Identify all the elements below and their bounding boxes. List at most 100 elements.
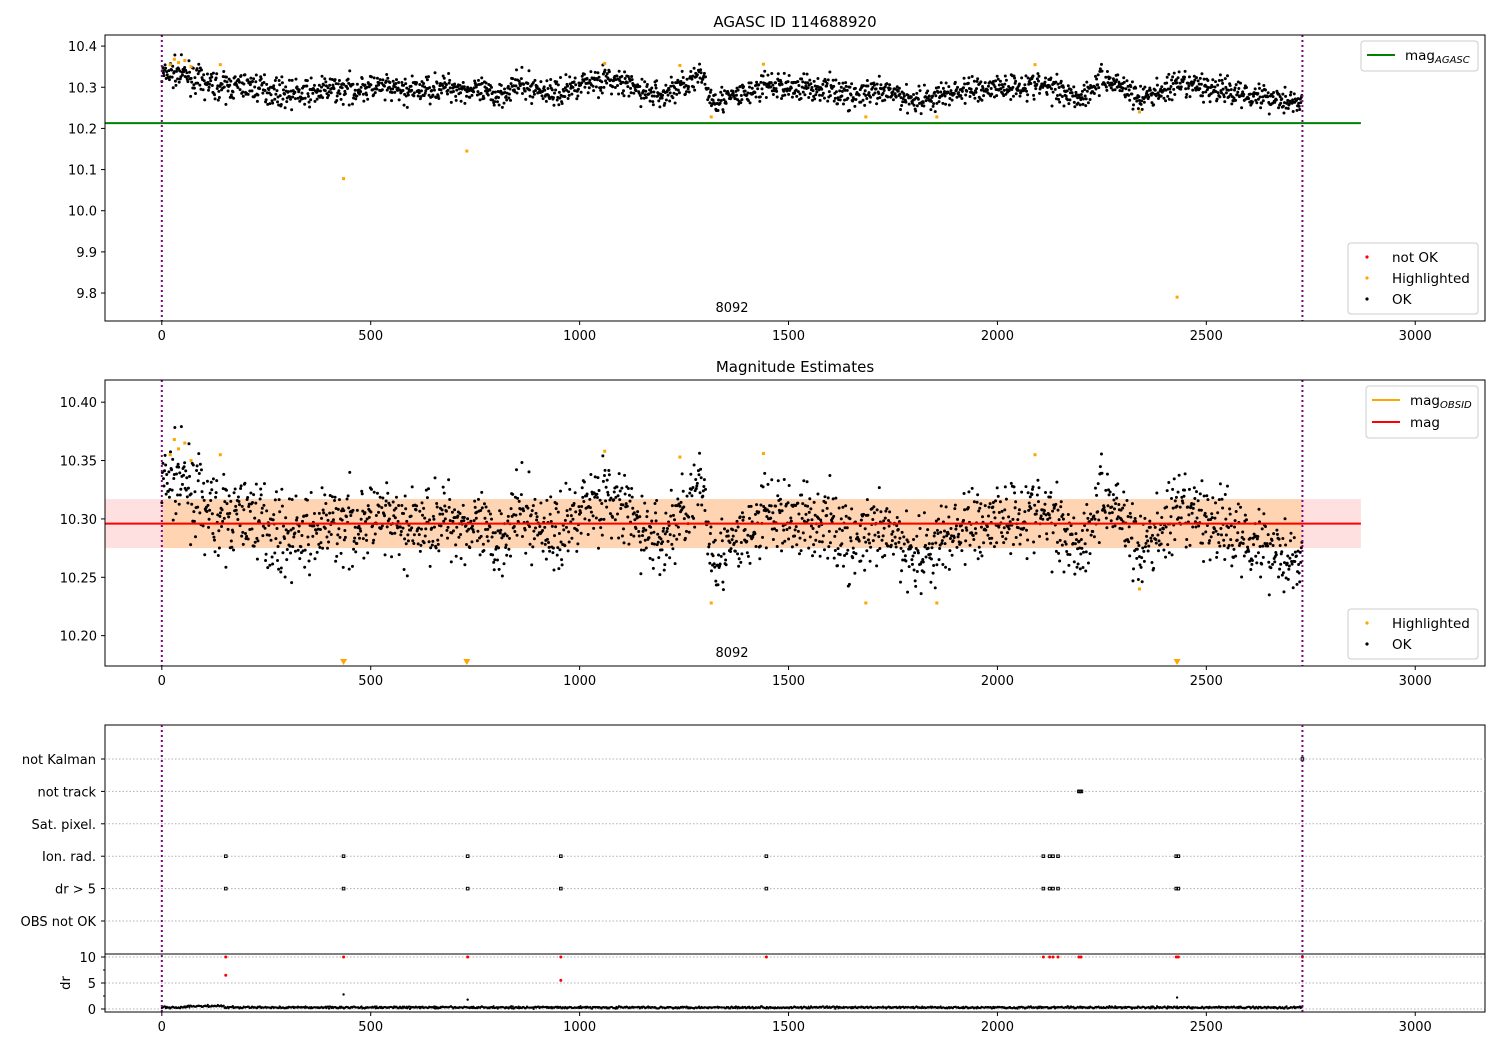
ok-point [558,489,562,493]
ok-point [222,70,226,74]
ok-point [437,549,441,553]
ok-point [342,509,346,513]
ok-point [369,487,373,491]
ok-point [514,513,518,517]
ok-point [652,94,656,98]
ok-point [720,93,724,97]
ok-point [617,69,621,73]
ok-point [655,79,659,83]
ok-point [1029,82,1033,86]
ok-point [992,545,996,549]
ok-point [795,94,799,98]
ok-point [893,535,897,539]
ok-point [198,462,202,466]
ok-point [939,81,943,85]
ok-point [995,74,999,78]
y-tick-label: 10.1 [68,164,97,179]
ok-point [587,518,591,522]
ok-point [734,93,738,97]
ok-point [1094,87,1098,91]
ok-point [359,85,363,89]
ok-point [1295,108,1299,112]
ok-point [1187,75,1191,79]
ok-point [833,96,837,100]
ok-point [1098,465,1102,469]
ok-point [1097,86,1101,90]
ok-point [1066,513,1070,517]
ok-point [1160,516,1164,520]
ok-point [333,78,337,82]
ok-point [527,69,531,73]
ok-point [854,98,858,102]
highlighted-point [1033,63,1037,67]
ok-point [968,543,972,547]
ok-point [840,542,844,546]
ok-point [868,541,872,545]
ok-point [749,504,753,508]
ok-point [1228,84,1232,88]
ok-point [841,102,845,106]
ok-point [234,504,238,508]
ok-point [276,558,280,562]
ok-point [827,545,831,549]
ok-point [424,527,428,531]
ok-point [343,535,347,539]
ok-point [363,511,367,515]
ok-point [753,512,757,516]
ok-point [1164,555,1168,559]
ok-point [394,78,398,82]
ok-point [174,83,178,87]
ok-point [272,87,276,91]
ok-point [274,490,278,494]
ok-point [902,92,906,96]
ok-point [381,496,385,500]
ok-point [1227,526,1231,530]
ok-point [404,82,408,86]
ok-point [1198,76,1202,80]
ok-point [1066,84,1070,88]
ok-point [217,529,221,533]
ok-point [848,85,852,89]
ok-point [558,75,562,79]
ok-point [511,492,515,496]
ok-point [478,553,482,557]
ok-point [174,472,178,476]
ok-point [1277,575,1281,579]
ok-point [323,526,327,530]
ok-point [761,92,765,96]
ok-point [599,526,603,530]
ok-point [623,492,627,496]
ok-point [593,475,597,479]
ok-point [554,525,558,529]
ok-point [755,503,759,507]
ok-point [909,545,913,549]
ok-point [323,77,327,81]
ok-point [1241,530,1245,534]
ok-point [540,94,544,98]
ok-point [541,97,545,101]
ok-point [1274,553,1278,557]
ok-point [503,87,507,91]
legend-label: not OK [1392,250,1439,266]
x-tick-label: 2500 [1190,674,1223,689]
ok-point [709,569,713,573]
ok-point [231,90,235,94]
ok-point [811,89,815,93]
ok-point [1045,532,1049,536]
ok-point [1183,75,1187,79]
ok-point [443,517,447,521]
highlighted-point [935,601,939,605]
ok-point [1211,78,1215,82]
ok-point [326,518,330,522]
highlighted-point [603,61,607,65]
ok-point [576,94,580,98]
ok-point [753,90,757,94]
ok-point [1016,518,1020,522]
ok-point [277,567,281,571]
ok-point [179,53,183,57]
ok-point [492,560,496,564]
ok-point [566,549,570,553]
ok-point [486,527,490,531]
ok-point [1035,509,1039,513]
ok-point [1192,502,1196,506]
